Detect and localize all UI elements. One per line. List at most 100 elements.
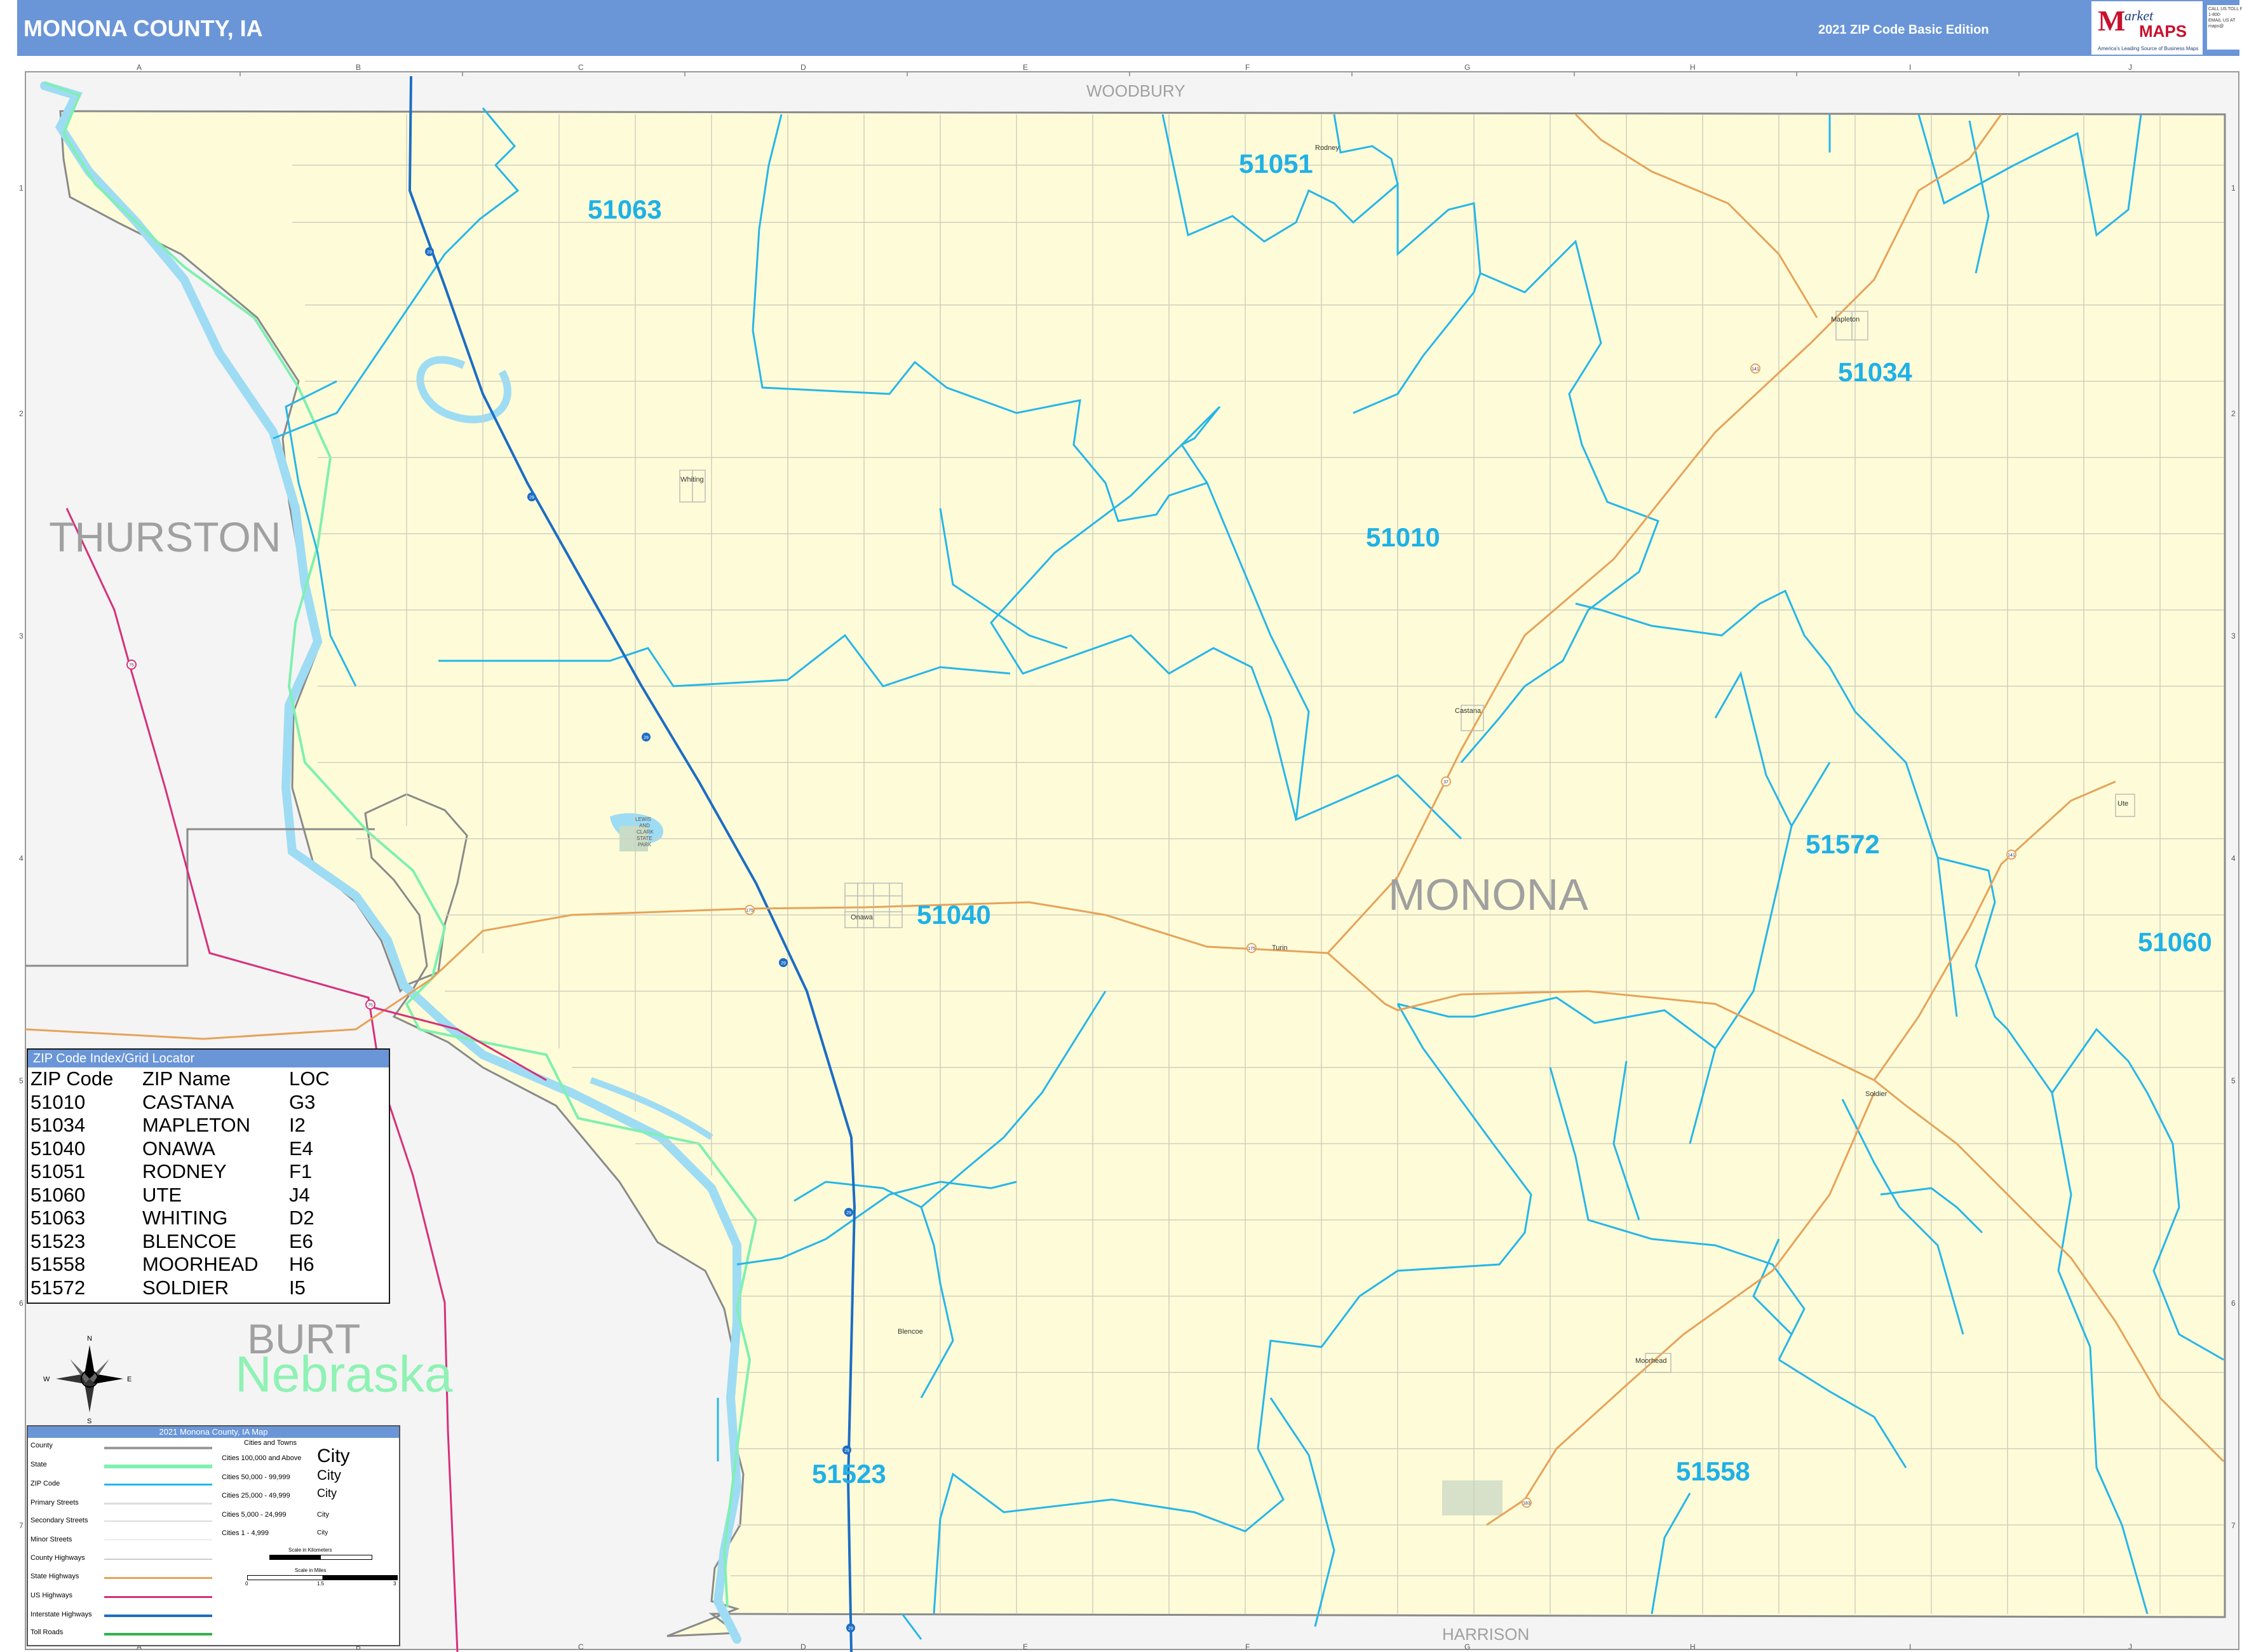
loc-cell: J4 bbox=[289, 1183, 310, 1206]
scale-tick-label: 0 bbox=[245, 1581, 248, 1587]
legend-swatch-county bbox=[104, 1447, 212, 1449]
legend-city-class: Cities 50,000 - 99,999 bbox=[222, 1473, 290, 1481]
grid-col-label: F bbox=[1245, 1642, 1250, 1651]
loc-cell: F1 bbox=[289, 1160, 313, 1182]
table-row[interactable]: 51523 BLENCOE E6 bbox=[29, 1230, 332, 1254]
grid-row-label: 6 bbox=[2231, 1299, 2236, 1308]
town-label-onawa[interactable]: Onawa bbox=[851, 914, 874, 921]
interstate-shield-label: 29 bbox=[644, 736, 649, 740]
legend-swatch-state-highway bbox=[104, 1577, 212, 1579]
county-map[interactable]: A B C D E F G H I J A B C D E F G H I J … bbox=[0, 0, 2242, 1652]
neighbor-county-harrison: HARRISON bbox=[1442, 1625, 1529, 1644]
town-label-moorhead[interactable]: Moorhead bbox=[1635, 1357, 1667, 1365]
legend-city-class: Cities 25,000 - 49,999 bbox=[222, 1492, 290, 1500]
legend-item-zip: ZIP Code bbox=[30, 1480, 60, 1487]
legend-item-us-highways: US Highways bbox=[30, 1592, 73, 1599]
town-label-castana[interactable]: Castana bbox=[1455, 707, 1482, 715]
town-label-rodney[interactable]: Rodney bbox=[1315, 144, 1339, 152]
interstate-shield-label: 29 bbox=[529, 496, 534, 500]
zip-name-cell: ONAWA bbox=[142, 1137, 215, 1160]
interstate-shield-label: 29 bbox=[781, 961, 786, 966]
table-row[interactable]: 51060 UTE J4 bbox=[29, 1184, 332, 1207]
legend-item-interstate-highways: Interstate Highways bbox=[30, 1611, 92, 1618]
grid-col-label: B bbox=[356, 63, 361, 72]
zip-code-cell: 51040 bbox=[30, 1137, 86, 1160]
zip-label-51051[interactable]: 51051 bbox=[1239, 149, 1313, 179]
grid-row-label: 2 bbox=[2231, 409, 2236, 418]
town-label-turin[interactable]: Turin bbox=[1272, 944, 1288, 952]
legend-city-sample: City bbox=[317, 1511, 329, 1519]
zip-label-51572[interactable]: 51572 bbox=[1806, 829, 1880, 859]
grid-col-label: G bbox=[1464, 63, 1470, 72]
zip-label-51523[interactable]: 51523 bbox=[812, 1459, 886, 1489]
loc-cell: D2 bbox=[289, 1207, 314, 1229]
grid-row-label: 4 bbox=[2231, 854, 2236, 863]
grid-col-label: H bbox=[1690, 63, 1696, 72]
scale-tick-label: 1.5 bbox=[317, 1581, 325, 1587]
zip-code-cell: 51558 bbox=[30, 1253, 86, 1275]
zip-name-cell: MOORHEAD bbox=[142, 1253, 259, 1275]
zip-label-51558[interactable]: 51558 bbox=[1676, 1456, 1750, 1486]
table-row[interactable]: 51558 MOORHEAD H6 bbox=[29, 1253, 332, 1276]
map-legend: 2021 Monona County, IA Map County State … bbox=[27, 1425, 400, 1646]
scale-tick-label: 3 bbox=[393, 1581, 396, 1587]
legend-item-state: State bbox=[30, 1461, 47, 1468]
grid-col-label: I bbox=[1909, 1642, 1911, 1651]
legend-caption: 2021 Monona County, IA Map bbox=[28, 1426, 399, 1438]
loc-cell: I5 bbox=[289, 1276, 306, 1299]
grid-row-label: 5 bbox=[19, 1076, 24, 1085]
zip-name-cell: SOLDIER bbox=[142, 1276, 229, 1299]
table-row[interactable]: 51063 WHITING D2 bbox=[29, 1207, 332, 1230]
park-label-line: AND bbox=[639, 823, 650, 829]
legend-item-county: County bbox=[30, 1442, 53, 1449]
state-name-nebraska: Nebraska bbox=[235, 1346, 453, 1402]
zip-index-table: ZIP Code ZIP Name LOC 51010 CASTANA G3 510… bbox=[29, 1067, 332, 1299]
zip-label-51040[interactable]: 51040 bbox=[917, 900, 991, 930]
zip-name-cell: RODNEY bbox=[142, 1160, 227, 1182]
table-row[interactable]: 51010 CASTANA G3 bbox=[29, 1091, 332, 1114]
legend-swatch-state bbox=[104, 1465, 212, 1468]
grid-col-label: H bbox=[1690, 1642, 1696, 1651]
town-label-ute[interactable]: Ute bbox=[2117, 800, 2128, 808]
table-row[interactable]: 51034 MAPLETON I2 bbox=[29, 1114, 332, 1137]
compass-w-label: W bbox=[43, 1376, 50, 1383]
zip-code-cell: 51060 bbox=[30, 1183, 86, 1206]
legend-item-county-highways: County Highways bbox=[30, 1554, 85, 1562]
us-highway-shield-label: 75 bbox=[129, 663, 134, 668]
zip-label-51010[interactable]: 51010 bbox=[1366, 522, 1440, 552]
park-label-line: CLARK bbox=[637, 829, 654, 835]
table-row[interactable]: 51572 SOLDIER I5 bbox=[29, 1276, 332, 1300]
zip-name-cell: BLENCOE bbox=[142, 1229, 237, 1252]
grid-col-label: A bbox=[137, 63, 142, 72]
table-row[interactable]: 51040 ONAWA E4 bbox=[29, 1137, 332, 1161]
park-label-line: LEWIS bbox=[635, 816, 651, 822]
scale-bar-mi bbox=[247, 1575, 398, 1580]
zip-label-51063[interactable]: 51063 bbox=[588, 194, 662, 224]
state-highway-shield-label: 183 bbox=[1523, 1501, 1530, 1506]
grid-col-label: C bbox=[578, 63, 584, 72]
interstate-shield-label: 29 bbox=[427, 250, 432, 255]
town-label-blencoe[interactable]: Blencoe bbox=[898, 1328, 923, 1336]
legend-scale-mi-label: Scale in Miles bbox=[295, 1567, 327, 1573]
compass-e-label: E bbox=[127, 1376, 132, 1383]
zip-code-cell: 51051 bbox=[30, 1160, 86, 1182]
zip-label-51034[interactable]: 51034 bbox=[1838, 357, 1912, 387]
grid-row-label: 5 bbox=[2231, 1076, 2236, 1085]
zip-index-header-row: ZIP Code ZIP Name LOC bbox=[29, 1067, 332, 1091]
grid-col-label: J bbox=[2128, 1642, 2132, 1651]
scale-bar-km bbox=[269, 1555, 372, 1560]
legend-swatch-us-highway bbox=[104, 1596, 212, 1598]
column-header-zip-code: ZIP Code bbox=[30, 1067, 114, 1090]
town-label-soldier[interactable]: Soldier bbox=[1865, 1090, 1887, 1098]
legend-swatch-toll bbox=[104, 1633, 212, 1635]
town-label-mapleton[interactable]: Mapleton bbox=[1831, 316, 1860, 323]
neighbor-county-thurston: THURSTON bbox=[49, 513, 281, 560]
legend-swatch-secondary bbox=[104, 1520, 212, 1522]
town-label-whiting[interactable]: Whiting bbox=[680, 476, 704, 484]
legend-city-class: Cities 5,000 - 24,999 bbox=[222, 1511, 287, 1519]
state-highway-shield-label: 141 bbox=[2008, 853, 2015, 858]
table-row[interactable]: 51051 RODNEY F1 bbox=[29, 1160, 332, 1184]
zip-label-51060[interactable]: 51060 bbox=[2138, 927, 2212, 957]
grid-row-label: 1 bbox=[19, 184, 24, 193]
grid-col-label: E bbox=[1023, 1642, 1028, 1651]
